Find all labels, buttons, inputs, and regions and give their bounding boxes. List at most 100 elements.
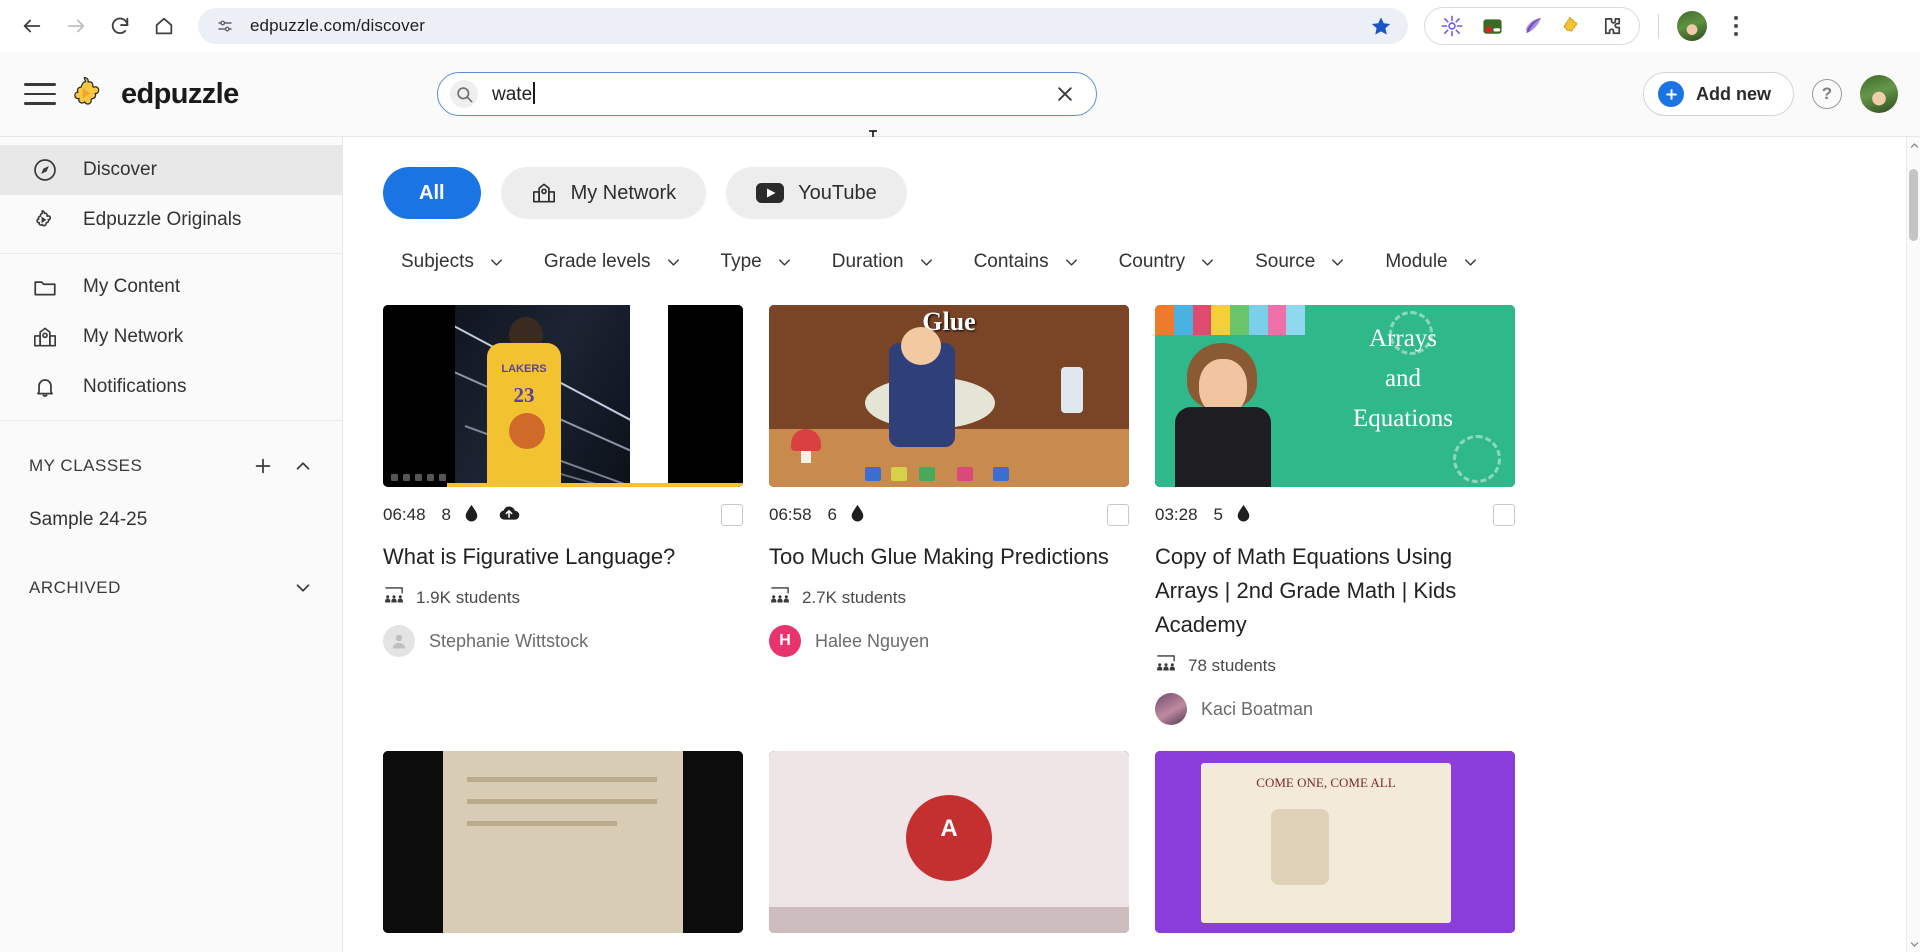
tab-my-network[interactable]: My Network [500, 167, 707, 219]
video-title[interactable]: Too Much Glue Making Predictions [769, 540, 1129, 574]
video-thumbnail[interactable] [383, 751, 743, 933]
add-new-label: Add new [1696, 83, 1771, 104]
screen-recorder-extension-icon[interactable] [1480, 14, 1504, 38]
user-avatar[interactable] [1860, 75, 1898, 113]
filter-label: Duration [831, 251, 904, 272]
video-card[interactable]: LAKERS 23 06:48 8 What is Figurative Lan… [383, 305, 743, 725]
back-button[interactable] [12, 6, 52, 46]
sidebar-label: My Content [83, 276, 181, 297]
video-card[interactable]: Arrays and Equations 03:28 5 Copy of Math … [1155, 305, 1515, 725]
filter-grade-levels[interactable]: Grade levels [526, 245, 703, 279]
folder-icon [29, 271, 61, 303]
sidebar: Discover Edpuzzle Originals My Content M… [0, 137, 343, 952]
edpuzzle-puzzle-logo-icon [74, 77, 100, 105]
chevron-down-icon [664, 253, 683, 272]
students-group-icon [1155, 654, 1177, 677]
video-card[interactable]: A [769, 751, 1129, 933]
student-count: 1.9K students [416, 587, 520, 607]
filter-subjects[interactable]: Subjects [383, 245, 526, 279]
tab-youtube[interactable]: YouTube [726, 167, 907, 219]
expand-archived-button[interactable] [288, 573, 318, 603]
ink-drop-icon [1236, 504, 1251, 527]
video-card-grid: LAKERS 23 06:48 8 What is Figurative Lan… [383, 305, 1920, 933]
hamburger-menu-icon[interactable] [18, 72, 62, 116]
edpuzzle-extension-icon[interactable] [1560, 14, 1584, 38]
chrome-menu-button[interactable] [1721, 9, 1751, 43]
quill-extension-icon[interactable] [1520, 14, 1544, 38]
reload-button[interactable] [100, 6, 140, 46]
collapse-classes-button[interactable] [288, 451, 318, 481]
school-building-icon [531, 180, 557, 206]
sidebar-item-my-network[interactable]: My Network [0, 312, 342, 362]
help-button[interactable]: ? [1812, 79, 1842, 109]
scroll-up-arrow-icon[interactable] [1907, 137, 1920, 153]
tab-all[interactable]: All [383, 167, 481, 219]
forward-button[interactable] [56, 6, 96, 46]
students-row: 2.7K students [769, 586, 1129, 609]
filter-source[interactable]: Source [1237, 245, 1367, 279]
sidebar-class-item[interactable]: Sample 24-25 [0, 499, 342, 541]
video-title[interactable]: What is Figurative Language? [383, 540, 743, 574]
video-thumbnail[interactable]: A [769, 751, 1129, 933]
video-card[interactable]: COME ONE, COME ALL [1155, 751, 1515, 933]
scroll-down-arrow-icon[interactable] [1907, 936, 1920, 952]
students-row: 78 students [1155, 654, 1515, 677]
filter-duration[interactable]: Duration [814, 245, 956, 279]
source-tabs: All My Network YouTube [383, 167, 1920, 219]
thumbnail-art-circus: COME ONE, COME ALL [1155, 751, 1515, 933]
video-card[interactable] [383, 751, 743, 933]
site-settings-icon[interactable] [214, 15, 236, 37]
url-text: edpuzzle.com/discover [250, 16, 426, 35]
author-name[interactable]: Halee Nguyen [815, 631, 929, 652]
filter-type[interactable]: Type [703, 245, 814, 279]
filter-label: Grade levels [543, 251, 651, 272]
main-content: All My Network YouTube Subjects Grade le… [343, 137, 1920, 952]
author-row: Kaci Boatman [1155, 693, 1515, 725]
chevron-down-icon [1062, 253, 1081, 272]
chevron-down-icon [775, 253, 794, 272]
video-thumbnail[interactable]: Glue [769, 305, 1129, 487]
video-select-checkbox[interactable] [1493, 504, 1515, 526]
video-thumbnail[interactable]: LAKERS 23 [383, 305, 743, 487]
filter-country[interactable]: Country [1101, 245, 1238, 279]
sidebar-primary-section: Discover Edpuzzle Originals [0, 137, 342, 254]
sidebar-label: My Network [83, 326, 184, 347]
video-select-checkbox[interactable] [1107, 504, 1129, 526]
extensions-puzzle-icon[interactable] [1600, 14, 1624, 38]
main-scrollbar[interactable] [1906, 137, 1920, 952]
author-name[interactable]: Stephanie Wittstock [429, 631, 588, 652]
video-title[interactable]: Copy of Math Equations Using Arrays | 2n… [1155, 540, 1515, 642]
address-bar[interactable]: edpuzzle.com/discover [198, 8, 1408, 44]
grammarly-extension-icon[interactable] [1440, 14, 1464, 38]
video-card[interactable]: Glue 06:58 6 Too Much Glue Making Predic… [769, 305, 1129, 725]
sidebar-item-my-content[interactable]: My Content [0, 262, 342, 312]
search-input[interactable]: wate [437, 72, 1097, 116]
sidebar-item-discover[interactable]: Discover [0, 145, 342, 195]
sidebar-item-edpuzzle-originals[interactable]: Edpuzzle Originals [0, 195, 342, 245]
clear-search-button[interactable] [1052, 81, 1078, 107]
filter-contains[interactable]: Contains [956, 245, 1101, 279]
bookmark-star-icon[interactable] [1368, 13, 1394, 39]
archived-header[interactable]: ARCHIVED [0, 541, 342, 613]
edpuzzle-logo[interactable]: edpuzzle [70, 74, 239, 114]
video-thumbnail[interactable]: COME ONE, COME ALL [1155, 751, 1515, 933]
sidebar-item-notifications[interactable]: Notifications [0, 362, 342, 412]
author-avatar [383, 625, 415, 657]
video-thumbnail[interactable]: Arrays and Equations [1155, 305, 1515, 487]
filter-label: Module [1385, 251, 1448, 272]
filter-bar: Subjects Grade levels Type Duration Cont… [383, 245, 1920, 279]
add-class-button[interactable] [248, 451, 278, 481]
author-name[interactable]: Kaci Boatman [1201, 699, 1313, 720]
chrome-profile-avatar[interactable] [1677, 11, 1707, 41]
video-select-checkbox[interactable] [721, 504, 743, 526]
filter-module[interactable]: Module [1367, 245, 1499, 279]
chevron-down-icon [487, 253, 506, 272]
my-classes-header: MY CLASSES [0, 421, 342, 499]
filter-label: Type [720, 251, 762, 272]
app-header: edpuzzle wate Add new ? [0, 52, 1920, 158]
search-icon [450, 80, 478, 108]
author-avatar [1155, 693, 1187, 725]
home-button[interactable] [144, 6, 184, 46]
scrollbar-thumb[interactable] [1909, 169, 1918, 241]
add-new-button[interactable]: Add new [1643, 72, 1794, 116]
